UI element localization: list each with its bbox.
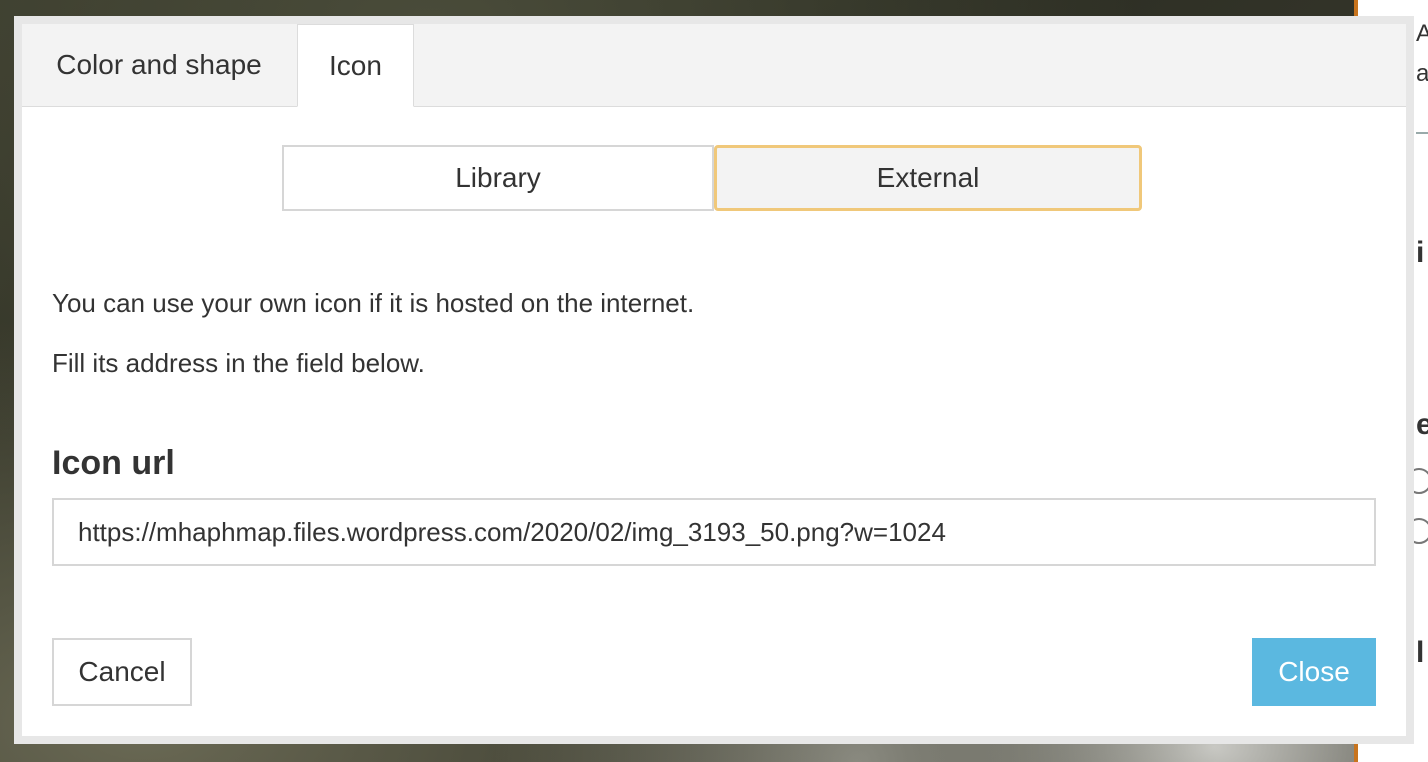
icon-url-label: Icon url <box>52 444 175 482</box>
tab-icon[interactable]: Icon <box>297 24 414 107</box>
side-panel-heading-fragment: l <box>1416 636 1425 669</box>
side-panel-heading-fragment: e <box>1416 408 1428 441</box>
tab-color-and-shape[interactable]: Color and shape <box>22 24 296 106</box>
external-option-button[interactable]: External <box>714 145 1142 211</box>
help-text-line-2: Fill its address in the field below. <box>52 348 425 378</box>
icon-settings-dialog: Color and shape Icon Library External Yo… <box>14 16 1414 744</box>
side-panel-text-fragment: a <box>1416 60 1428 87</box>
dialog-body: Color and shape Icon Library External Yo… <box>22 24 1406 736</box>
side-panel-heading-fragment: i <box>1416 236 1425 269</box>
cancel-button[interactable]: Cancel <box>52 638 192 706</box>
help-text-line-1: You can use your own icon if it is hoste… <box>52 288 695 318</box>
side-panel-text-fragment: A <box>1416 20 1428 47</box>
library-option-button[interactable]: Library <box>282 145 714 211</box>
icon-url-input[interactable] <box>52 498 1376 566</box>
side-panel-link-fragment[interactable] <box>1416 132 1428 134</box>
tab-bar: Color and shape Icon <box>22 24 1406 107</box>
close-button[interactable]: Close <box>1252 638 1376 706</box>
